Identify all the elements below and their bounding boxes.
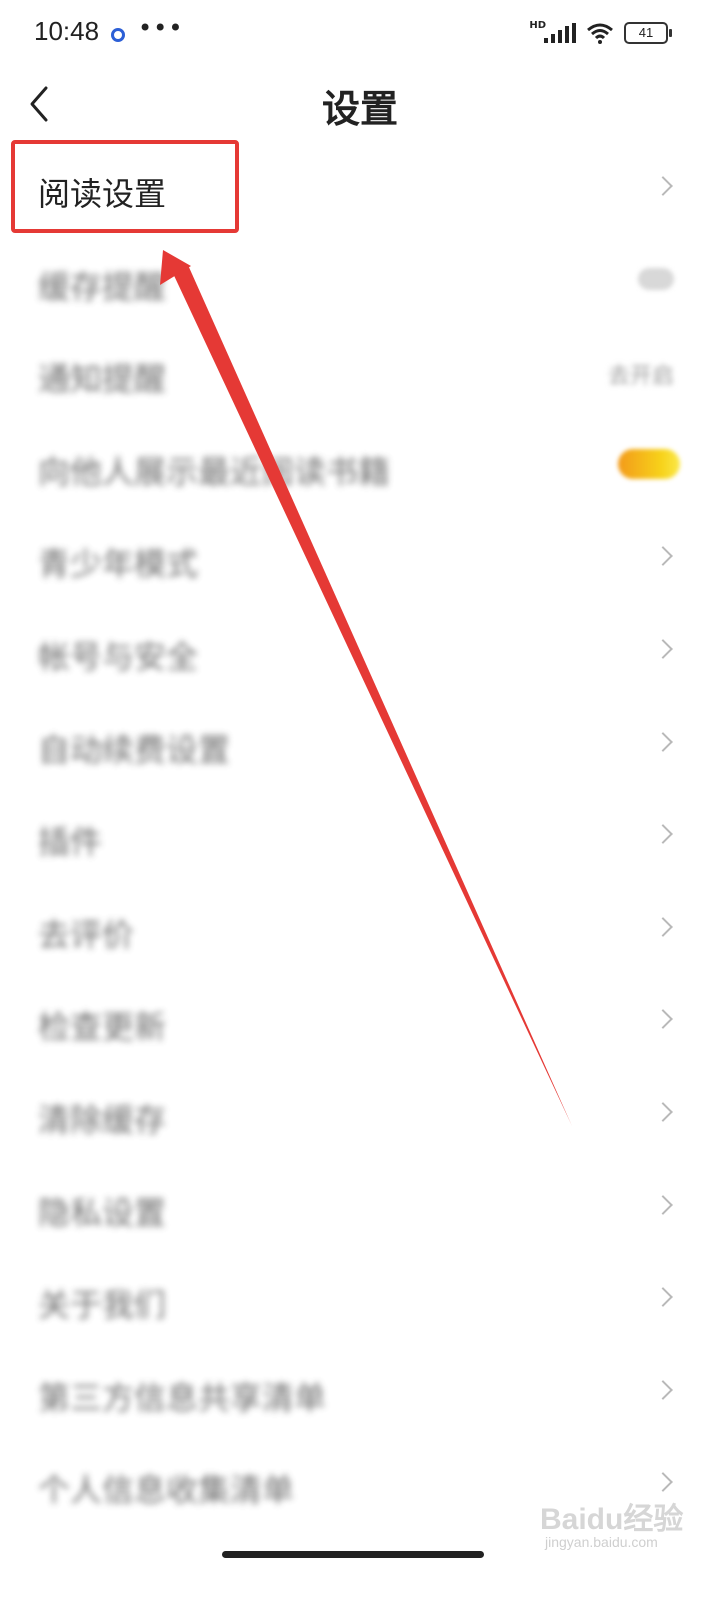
settings-item[interactable]: 检查更新 [0, 978, 720, 1071]
toggle-switch[interactable] [638, 267, 674, 290]
chevron-right-icon [653, 1009, 673, 1030]
hd-label: HD [529, 19, 546, 31]
settings-item[interactable]: 清除缓存 [0, 1071, 720, 1164]
header: 设置 [0, 64, 720, 144]
settings-item-label: 检查更新 [38, 1008, 167, 1047]
chevron-right-icon [653, 639, 673, 659]
settings-item[interactable]: 第三方信息共享清单 [0, 1349, 720, 1442]
chevron-right-icon [653, 824, 673, 845]
battery-icon: 41 [624, 22, 672, 44]
settings-item[interactable]: 去评价 [0, 886, 720, 979]
wifi-icon [587, 23, 613, 44]
chevron-right-icon [653, 1472, 673, 1493]
settings-item[interactable]: 关于我们 [0, 1256, 720, 1349]
watermark-logo: Baidu经验 [540, 1503, 684, 1536]
chevron-right-icon [653, 176, 673, 196]
settings-item-label: 缓存提醒 [38, 267, 167, 306]
settings-item-label: 帐号与安全 [38, 637, 199, 676]
settings-item-label: 向他人展示最近阅读书籍 [38, 452, 391, 491]
settings-item[interactable]: 青少年模式 [0, 515, 720, 608]
settings-item-label: 关于我们 [38, 1286, 167, 1325]
settings-item-label: 隐私设置 [38, 1193, 167, 1232]
chevron-right-icon [653, 731, 673, 752]
settings-item-label: 个人信息收集清单 [38, 1471, 295, 1510]
settings-item[interactable]: 通知提醒 去开启 [0, 330, 720, 423]
settings-item-label: 通知提醒 [38, 360, 167, 399]
toggle-switch-on[interactable] [618, 448, 680, 479]
settings-item[interactable]: 插件 [0, 793, 720, 886]
chevron-right-icon [653, 1102, 673, 1122]
settings-item[interactable]: 缓存提醒 [0, 238, 720, 331]
settings-item-label: 青少年模式 [38, 545, 199, 584]
home-indicator[interactable] [222, 1551, 484, 1558]
notification-dot-icon [111, 28, 125, 42]
chevron-right-icon [653, 1379, 673, 1400]
signal-icon [544, 23, 576, 43]
page-title: 设置 [321, 87, 398, 131]
settings-item-label: 去评价 [38, 915, 135, 954]
status-time: 10:48 [34, 16, 100, 46]
settings-item-value: 去开启 [607, 364, 674, 390]
settings-item[interactable]: 帐号与安全 [0, 608, 720, 701]
settings-item-label: 清除缓存 [38, 1100, 167, 1139]
annotation-highlight-box [11, 140, 239, 233]
chevron-right-icon [653, 546, 673, 567]
settings-list: 阅读设置 缓存提醒 通知提醒 去开启 向他人展示最近阅读书籍 青少年模式 帐号与安全 自动续费… [0, 145, 720, 1534]
status-more-icon: ••• [138, 14, 184, 42]
settings-item-label: 插件 [38, 823, 103, 862]
settings-item[interactable]: 隐私设置 [0, 1164, 720, 1257]
chevron-right-icon [653, 1194, 673, 1215]
status-bar: 10:48 ••• HD 41 [0, 0, 720, 64]
settings-item[interactable]: 向他人展示最近阅读书籍 [0, 423, 720, 516]
settings-item[interactable]: 自动续费设置 [0, 701, 720, 794]
chevron-right-icon [653, 916, 673, 937]
watermark-url: jingyan.baidu.com [545, 1534, 658, 1550]
status-icons: HD 41 [529, 19, 672, 46]
chevron-right-icon [653, 1287, 673, 1308]
settings-item-label: 第三方信息共享清单 [38, 1378, 327, 1417]
settings-item-label: 自动续费设置 [38, 730, 231, 769]
